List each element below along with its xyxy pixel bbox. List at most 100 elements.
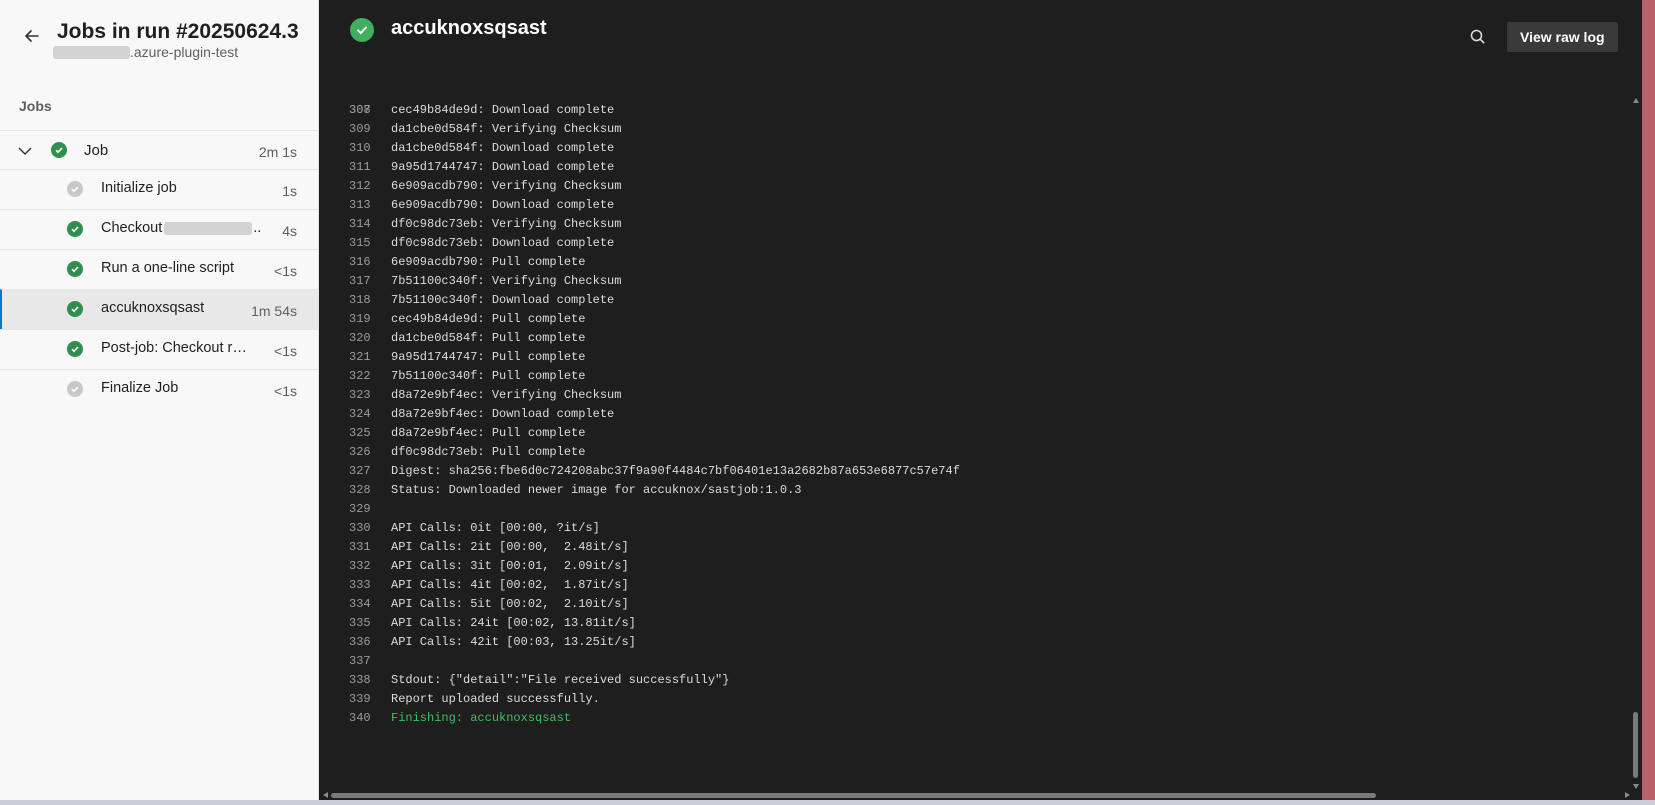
log-line-number: 328 <box>349 483 371 497</box>
check-circle-icon <box>67 261 83 277</box>
log-title: accuknoxsqsast <box>391 17 547 39</box>
log-line-number: 327 <box>349 464 371 478</box>
log-line-partial: 307 <box>349 103 371 117</box>
log-line-text: df0c98dc73eb: Verifying Checksum <box>391 217 622 231</box>
step-finalize-job[interactable]: Finalize Job <1s <box>0 369 318 409</box>
log-line-number: 325 <box>349 426 371 440</box>
log-line-number: 338 <box>349 673 371 687</box>
check-circle-icon <box>67 181 83 197</box>
step-name: Checkout .. <box>101 220 261 236</box>
step-duration: 1s <box>282 183 297 199</box>
step-checkout[interactable]: Checkout .. 4s <box>0 209 318 249</box>
window-edge <box>1642 0 1655 800</box>
log-line-text: API Calls: 4it [00:02, 1.87it/s] <box>391 578 629 592</box>
log-line-text: Finishing: accuknoxsqsast <box>391 711 572 725</box>
log-panel: accuknoxsqsast View raw log 307 308 cec49… <box>319 0 1642 800</box>
log-line-number: 309 <box>349 122 371 136</box>
log-line-number: 317 <box>349 274 371 288</box>
log-line-text: 9a95d1744747: Download complete <box>391 160 615 174</box>
log-line-number: 334 <box>349 597 371 611</box>
run-subtitle: .azure-plugin-test <box>53 44 238 60</box>
taskbar-strip <box>0 800 1655 805</box>
log-line-number: 313 <box>349 198 371 212</box>
log-line-number: 316 <box>349 255 371 269</box>
log-line-number: 315 <box>349 236 371 250</box>
log-line-text: API Calls: 42it [00:03, 13.25it/s] <box>391 635 636 649</box>
horizontal-scrollbar-thumb[interactable] <box>331 793 1376 798</box>
log-line-number: 333 <box>349 578 371 592</box>
log-line-text: API Calls: 5it [00:02, 2.10it/s] <box>391 597 629 611</box>
step-run-one-line-script[interactable]: Run a one-line script <1s <box>0 249 318 289</box>
back-arrow-icon[interactable] <box>22 26 42 46</box>
log-line-text: d8a72e9bf4ec: Verifying Checksum <box>391 388 622 402</box>
log-line-text: Status: Downloaded newer image for accuk… <box>391 483 802 497</box>
step-name: Finalize Job <box>101 380 179 396</box>
log-line-number: 311 <box>349 160 371 174</box>
log-line-text: da1cbe0d584f: Download complete <box>391 141 615 155</box>
log-line-number: 323 <box>349 388 371 402</box>
log-line-text: cec49b84de9d: Pull complete <box>391 312 586 326</box>
log-line-number: 322 <box>349 369 371 383</box>
log-line-text: Stdout: {"detail":"File received success… <box>391 673 730 687</box>
job-duration: 2m 1s <box>258 144 297 160</box>
log-line-number: 340 <box>349 711 371 725</box>
log-line-text: API Calls: 0it [00:00, ?it/s] <box>391 521 600 535</box>
view-raw-log-button[interactable]: View raw log <box>1507 22 1618 52</box>
log-line-text: 7b51100c340f: Verifying Checksum <box>391 274 622 288</box>
jobs-panel: Jobs in run #20250624.3 .azure-plugin-te… <box>0 0 319 805</box>
step-initialize-job[interactable]: Initialize job 1s <box>0 169 318 209</box>
log-line-number: 320 <box>349 331 371 345</box>
log-line-text: da1cbe0d584f: Verifying Checksum <box>391 122 622 136</box>
log-line-text: API Calls: 2it [00:00, 2.48it/s] <box>391 540 629 554</box>
log-line-number: 329 <box>349 502 371 516</box>
step-name: Post-job: Checkout r… <box>101 340 247 356</box>
step-duration: <1s <box>274 383 297 399</box>
redacted-repo-name <box>164 221 253 235</box>
log-line-number: 314 <box>349 217 371 231</box>
log-line-text: API Calls: 24it [00:02, 13.81it/s] <box>391 616 636 630</box>
step-duration: <1s <box>274 263 297 279</box>
check-circle-icon <box>67 221 83 237</box>
log-line-number: 331 <box>349 540 371 554</box>
run-title: Jobs in run #20250624.3 <box>57 20 299 43</box>
jobs-section-header: Jobs <box>19 98 52 114</box>
log-line-text: cec49b84de9d: Download complete <box>391 103 615 117</box>
log-line-text: 7b51100c340f: Download complete <box>391 293 615 307</box>
step-post-job-checkout[interactable]: Post-job: Checkout r… <1s <box>0 329 318 369</box>
log-line-text: 7b51100c340f: Pull complete <box>391 369 586 383</box>
log-line-text: d8a72e9bf4ec: Pull complete <box>391 426 586 440</box>
check-circle-icon <box>67 381 83 397</box>
log-line-text: df0c98dc73eb: Pull complete <box>391 445 586 459</box>
search-icon[interactable] <box>1469 28 1487 46</box>
step-name: Initialize job <box>101 180 177 196</box>
chevron-down-icon[interactable] <box>17 143 33 159</box>
step-name-text: Checkout <box>101 220 163 236</box>
log-line-text: API Calls: 3it [00:01, 2.09it/s] <box>391 559 629 573</box>
log-line-text: Report uploaded successfully. <box>391 692 600 706</box>
scroll-left-arrow-icon[interactable] <box>323 792 328 798</box>
log-line-number: 339 <box>349 692 371 706</box>
scroll-up-arrow-icon[interactable] <box>1633 98 1639 103</box>
step-duration: <1s <box>274 343 297 359</box>
check-circle-icon <box>67 341 83 357</box>
log-output[interactable]: 307 308 cec49b84de9d: Download complete 30… <box>319 92 1631 764</box>
log-line-text: 6e909acdb790: Verifying Checksum <box>391 179 622 193</box>
log-line-text: 6e909acdb790: Download complete <box>391 198 615 212</box>
log-line-number: 326 <box>349 445 371 459</box>
log-line-number: 318 <box>349 293 371 307</box>
scroll-down-arrow-icon[interactable] <box>1633 784 1639 789</box>
step-duration: 4s <box>282 223 297 239</box>
log-line-number: 330 <box>349 521 371 535</box>
step-name-ellipsis: .. <box>253 220 262 236</box>
step-accuknoxsqsast[interactable]: accuknoxsqsast 1m 54s <box>0 289 318 329</box>
log-line-number: 336 <box>349 635 371 649</box>
job-name: Job <box>84 142 109 159</box>
job-row[interactable]: Job 2m 1s <box>0 130 318 169</box>
scroll-right-arrow-icon[interactable] <box>1625 792 1630 798</box>
log-line-text: Digest: sha256:fbe6d0c724208abc37f9a90f4… <box>391 464 960 478</box>
vertical-scrollbar-thumb[interactable] <box>1633 712 1638 778</box>
check-circle-icon <box>350 18 374 42</box>
redacted-org-name <box>53 45 130 59</box>
log-line-number: 335 <box>349 616 371 630</box>
check-circle-icon <box>51 142 67 158</box>
